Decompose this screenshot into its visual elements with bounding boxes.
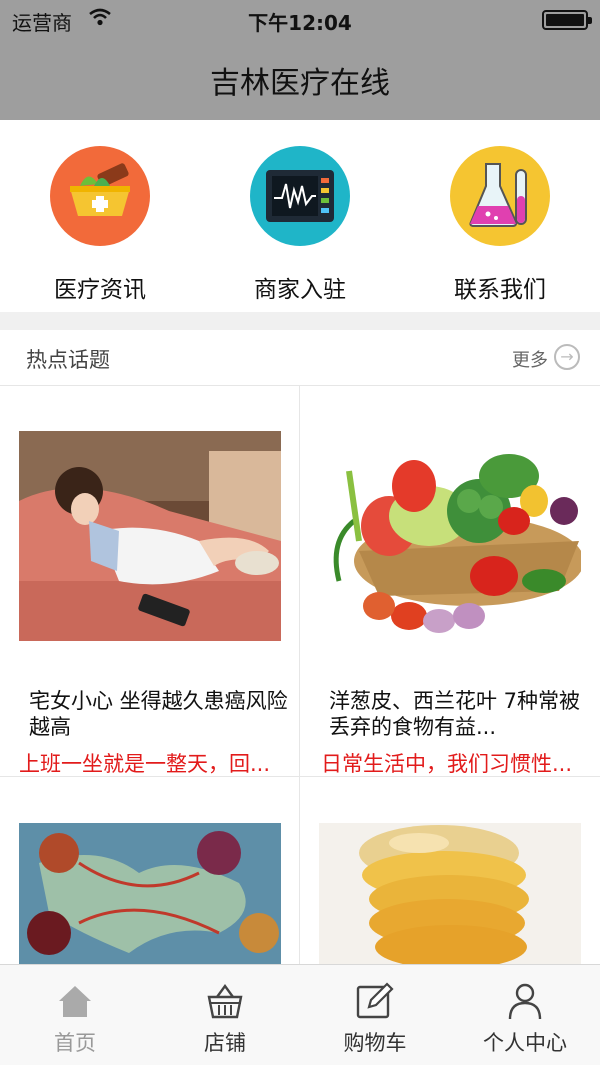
tab-cart[interactable]: 购物车	[300, 965, 450, 1065]
hot-topics-header: 热点话题 更多 →	[0, 330, 600, 386]
topic-image	[319, 431, 581, 641]
topic-summary: 上班一坐就是一整天，回...	[19, 752, 271, 776]
quick-nav-contact-us[interactable]: 联系我们	[400, 120, 600, 312]
hot-topics-grid: 宅女小心 坐得越久患癌风险越高 上班一坐就是一整天，回... 洋葱皮、西兰花叶 …	[0, 386, 600, 964]
section-divider	[0, 312, 600, 330]
monitor-icon	[250, 146, 350, 246]
topic-image	[19, 431, 281, 641]
quick-nav-medical-news[interactable]: 医疗资讯	[0, 120, 200, 312]
more-link[interactable]: 更多	[512, 346, 548, 372]
tab-label: 个人中心	[483, 1031, 567, 1055]
quick-nav-label: 联系我们	[454, 277, 546, 303]
topic-card[interactable]: 洋葱皮、西兰花叶 7种常被丢弃的食物有益... 日常生活中，我们习惯性...	[300, 386, 600, 964]
tab-home[interactable]: 首页	[0, 965, 150, 1065]
topic-summary: 日常生活中，我们习惯性...	[321, 752, 573, 776]
quick-nav-label: 商家入驻	[254, 277, 346, 303]
edit-icon	[355, 981, 395, 1021]
topic-title: 洋葱皮、西兰花叶 7种常被丢弃的食物有益...	[329, 689, 581, 739]
medicine-bowl-icon	[50, 146, 150, 246]
home-icon	[55, 981, 95, 1021]
flask-icon	[450, 146, 550, 246]
clock: 下午12:04	[248, 11, 352, 35]
topic-image	[19, 823, 281, 964]
tab-label: 购物车	[343, 1031, 407, 1055]
app-header: 运营商 下午12:04 吉林医疗在线	[0, 0, 600, 120]
topic-image	[319, 823, 581, 964]
quick-nav: 医疗资讯 商家入驻 联系我们	[0, 120, 600, 312]
page-title: 吉林医疗在线	[210, 66, 390, 101]
quick-nav-label: 医疗资讯	[54, 277, 146, 303]
battery-icon	[542, 10, 592, 30]
tab-shop[interactable]: 店铺	[150, 965, 300, 1065]
tab-label: 首页	[54, 1031, 96, 1055]
user-icon	[505, 981, 545, 1021]
topic-card[interactable]: 宅女小心 坐得越久患癌风险越高 上班一坐就是一整天，回...	[0, 386, 300, 964]
basket-icon	[205, 981, 245, 1021]
status-bar: 运营商 下午12:04	[0, 0, 600, 40]
section-title: 热点话题	[26, 348, 110, 372]
arrow-right-circle-icon[interactable]: →	[554, 344, 580, 370]
topic-title: 宅女小心 坐得越久患癌风险越高	[29, 689, 288, 739]
tab-label: 店铺	[204, 1031, 246, 1055]
tab-profile[interactable]: 个人中心	[450, 965, 600, 1065]
tab-bar: 首页 店铺 购物车 个人中心	[0, 964, 600, 1065]
quick-nav-merchant-join[interactable]: 商家入驻	[200, 120, 400, 312]
